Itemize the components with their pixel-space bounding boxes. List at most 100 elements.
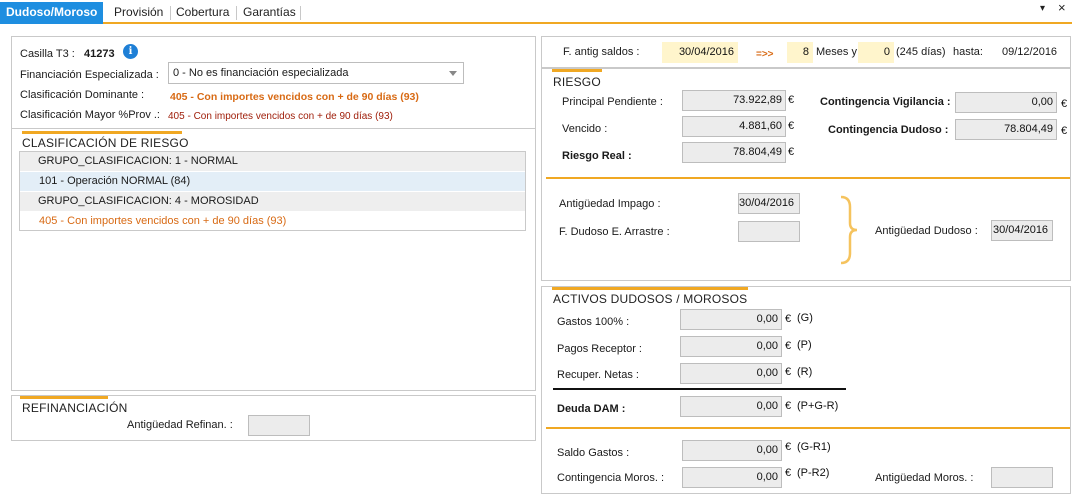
tab-garantias[interactable]: Garantías (237, 2, 302, 22)
chevron-down-icon (449, 71, 457, 76)
saldo-gastos-label: Saldo Gastos : (557, 447, 630, 459)
dias-field[interactable]: 0 (858, 42, 894, 63)
tree-item-label: 405 - Con importes vencidos con + de 90 … (39, 215, 287, 227)
currency-symbol: € (788, 146, 795, 158)
dias-label: (245 días) (896, 46, 946, 58)
mayor-prov-value: 405 - Con importes vencidos con + de 90 … (168, 111, 393, 122)
gastos-field[interactable]: 0,00 (680, 309, 782, 330)
tree-item-label: 101 - Operación NORMAL (84) (39, 175, 191, 187)
contingencia-moros-label: Contingencia Moros. : (557, 472, 664, 484)
hasta-value: 09/12/2016 (1002, 46, 1058, 58)
clasificacion-tree: GRUPO_CLASIFICACION: 1 - NORMAL 101 - Op… (19, 151, 526, 231)
tree-group-row[interactable]: GRUPO_CLASIFICACION: 4 - MOROSIDAD (20, 192, 525, 211)
refinanciacion-title: REFINANCIACIÓN (22, 401, 128, 415)
section-divider (546, 427, 1070, 429)
saldo-gastos-field[interactable]: 0,00 (682, 440, 782, 461)
pagos-label: Pagos Receptor : (557, 343, 642, 355)
meses-field[interactable]: 8 (787, 42, 813, 63)
casilla-value: 41273 (84, 48, 115, 60)
antiguedad-moros-field[interactable] (991, 467, 1053, 488)
section-accent (552, 287, 748, 290)
meses-label: Meses y (816, 46, 857, 58)
tab-provision[interactable]: Provisión (108, 2, 169, 22)
saldos-date-field[interactable]: 30/04/2016 (662, 42, 738, 63)
currency-symbol: € (1061, 98, 1068, 110)
tab-dudoso-moroso[interactable]: Dudoso/Moroso (0, 2, 104, 24)
contingencia-dudoso-label: Contingencia Dudoso : (828, 124, 949, 136)
tab-bar: Dudoso/Moroso Provisión Cobertura Garant… (0, 0, 1072, 24)
arrastre-label: F. Dudoso E. Arrastre : (559, 226, 670, 238)
tree-item-row[interactable]: 101 - Operación NORMAL (84) (20, 172, 525, 191)
deuda-label: Deuda DAM : (557, 403, 626, 415)
deuda-field[interactable]: 0,00 (680, 396, 782, 417)
sum-divider (553, 388, 846, 390)
window-menu-icon[interactable]: ▾ (1040, 3, 1045, 14)
riesgo-real-field[interactable]: 78.804,49 (682, 142, 786, 163)
currency-symbol: € (785, 400, 792, 412)
riesgo-panel: RIESGO Principal Pendiente : 73.922,89 €… (541, 68, 1071, 281)
brace-icon (840, 195, 858, 265)
vigilancia-label: Contingencia Vigilancia : (820, 96, 951, 108)
vencido-field[interactable]: 4.881,60 (682, 116, 786, 137)
dominante-value: 405 - Con importes vencidos con + de 90 … (170, 91, 419, 103)
arrow-icon: =>> (756, 49, 774, 60)
tree-item-row[interactable]: 405 - Con importes vencidos con + de 90 … (20, 212, 525, 231)
tree-group-label: GRUPO_CLASIFICACION: 4 - MOROSIDAD (38, 195, 259, 207)
arrastre-field[interactable] (738, 221, 800, 242)
pagos-code: (P) (797, 339, 812, 351)
tab-cobertura[interactable]: Cobertura (170, 2, 235, 22)
clasificacion-panel: CLASIFICACIÓN DE RIESGO GRUPO_CLASIFICAC… (11, 128, 536, 391)
recuper-code: (R) (797, 366, 813, 378)
refinanciacion-panel: REFINANCIACIÓN Antigüedad Refinan. : (11, 395, 536, 441)
currency-symbol: € (785, 340, 792, 352)
currency-symbol: € (785, 313, 792, 325)
recuper-field[interactable]: 0,00 (680, 363, 782, 384)
riesgo-title: RIESGO (553, 75, 601, 89)
currency-symbol: € (1061, 125, 1068, 137)
currency-symbol: € (788, 94, 795, 106)
deuda-code: (P+G-R) (797, 400, 839, 412)
contingencia-dudoso-field[interactable]: 78.804,49 (955, 119, 1057, 140)
dominante-label: Clasificación Dominante : (20, 89, 145, 101)
currency-symbol: € (785, 441, 792, 453)
vencido-label: Vencido : (562, 123, 608, 135)
clasificacion-title: CLASIFICACIÓN DE RIESGO (22, 136, 189, 150)
antiguedad-dudoso-label: Antigüedad Dudoso : (875, 225, 978, 237)
contingencia-moros-field[interactable]: 0,00 (682, 467, 782, 488)
hasta-label: hasta: (953, 46, 983, 58)
riesgo-real-label: Riesgo Real : (562, 150, 632, 162)
pagos-field[interactable]: 0,00 (680, 336, 782, 357)
antiguedad-moros-label: Antigüedad Moros. : (875, 472, 974, 484)
antiguedad-impago-label: Antigüedad Impago : (559, 198, 661, 210)
antiguedad-refinan-label: Antigüedad Refinan. : (127, 419, 233, 431)
currency-symbol: € (785, 467, 792, 479)
currency-symbol: € (785, 366, 792, 378)
saldos-panel: F. antig saldos : 30/04/2016 =>> 8 Meses… (541, 36, 1071, 68)
section-accent (552, 69, 602, 72)
financiacion-label: Financiación Especializada : (20, 69, 159, 81)
principal-field[interactable]: 73.922,89 (682, 90, 786, 111)
section-divider (546, 177, 1070, 179)
recuper-label: Recuper. Netas : (557, 369, 639, 381)
principal-label: Principal Pendiente : (562, 96, 663, 108)
financiacion-value: 0 - No es financiación especializada (173, 67, 349, 79)
vigilancia-field[interactable]: 0,00 (955, 92, 1057, 113)
section-accent (22, 131, 182, 134)
header-panel: Casilla T3 : 41273 i Financiación Especi… (11, 36, 536, 128)
section-accent (20, 396, 108, 399)
gastos-label: Gastos 100% : (557, 316, 630, 328)
tree-group-row[interactable]: GRUPO_CLASIFICACION: 1 - NORMAL (20, 152, 525, 171)
antiguedad-dudoso-field[interactable]: 30/04/2016 (991, 220, 1053, 241)
mayor-prov-label: Clasificación Mayor %Prov .: (20, 109, 160, 121)
close-icon[interactable]: × (1058, 0, 1066, 15)
antiguedad-refinan-field[interactable] (248, 415, 310, 436)
gastos-code: (G) (797, 312, 813, 324)
antiguedad-impago-field[interactable]: 30/04/2016 (738, 193, 800, 214)
saldos-label: F. antig saldos : (563, 46, 640, 58)
tab-divider (300, 6, 301, 20)
activos-title: ACTIVOS DUDOSOS / MOROSOS (553, 292, 748, 306)
financiacion-select[interactable]: 0 - No es financiación especializada (168, 62, 464, 84)
contingencia-moros-code: (P-R2) (797, 467, 830, 479)
info-icon[interactable]: i (123, 44, 138, 59)
activos-panel: ACTIVOS DUDOSOS / MOROSOS Gastos 100% : … (541, 286, 1071, 494)
